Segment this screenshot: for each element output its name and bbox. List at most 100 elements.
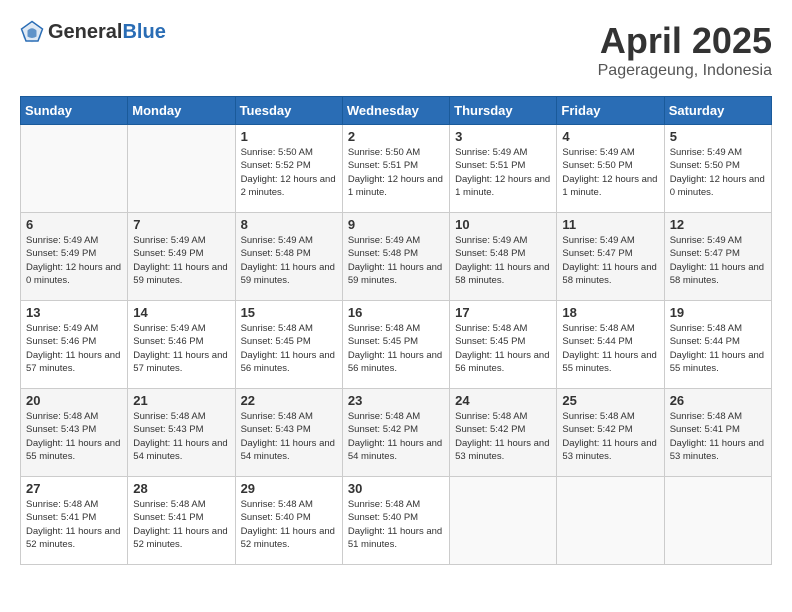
calendar-day-cell: 13 Sunrise: 5:49 AM Sunset: 5:46 PM Dayli…	[21, 301, 128, 389]
weekday-header: Monday	[128, 97, 235, 125]
day-number: 27	[26, 481, 122, 496]
day-info: Sunrise: 5:48 AM Sunset: 5:41 PM Dayligh…	[670, 410, 766, 463]
day-info: Sunrise: 5:48 AM Sunset: 5:43 PM Dayligh…	[133, 410, 229, 463]
day-info: Sunrise: 5:49 AM Sunset: 5:47 PM Dayligh…	[670, 234, 766, 287]
day-info: Sunrise: 5:48 AM Sunset: 5:41 PM Dayligh…	[26, 498, 122, 551]
day-number: 23	[348, 393, 444, 408]
calendar-day-cell: 15 Sunrise: 5:48 AM Sunset: 5:45 PM Dayli…	[235, 301, 342, 389]
calendar-day-cell: 19 Sunrise: 5:48 AM Sunset: 5:44 PM Dayli…	[664, 301, 771, 389]
calendar-day-cell: 24 Sunrise: 5:48 AM Sunset: 5:42 PM Dayli…	[450, 389, 557, 477]
calendar-location: Pagerageung, Indonesia	[598, 62, 772, 80]
day-number: 13	[26, 305, 122, 320]
calendar-day-cell: 7Sunrise: 5:49 AM Sunset: 5:49 PM Daylig…	[128, 213, 235, 301]
logo: GeneralBlue	[20, 20, 166, 44]
day-info: Sunrise: 5:50 AM Sunset: 5:52 PM Dayligh…	[241, 146, 337, 199]
day-number: 26	[670, 393, 766, 408]
weekday-header: Thursday	[450, 97, 557, 125]
day-info: Sunrise: 5:48 AM Sunset: 5:40 PM Dayligh…	[241, 498, 337, 551]
day-number: 14	[133, 305, 229, 320]
day-info: Sunrise: 5:48 AM Sunset: 5:45 PM Dayligh…	[348, 322, 444, 375]
day-number: 16	[348, 305, 444, 320]
day-number: 12	[670, 217, 766, 232]
day-info: Sunrise: 5:49 AM Sunset: 5:49 PM Dayligh…	[26, 234, 122, 287]
day-info: Sunrise: 5:48 AM Sunset: 5:43 PM Dayligh…	[241, 410, 337, 463]
weekday-header: Friday	[557, 97, 664, 125]
day-number: 17	[455, 305, 551, 320]
day-info: Sunrise: 5:49 AM Sunset: 5:46 PM Dayligh…	[133, 322, 229, 375]
logo-icon	[20, 20, 44, 44]
calendar-day-cell: 10 Sunrise: 5:49 AM Sunset: 5:48 PM Dayli…	[450, 213, 557, 301]
day-info: Sunrise: 5:50 AM Sunset: 5:51 PM Dayligh…	[348, 146, 444, 199]
day-info: Sunrise: 5:48 AM Sunset: 5:42 PM Dayligh…	[562, 410, 658, 463]
calendar-title: April 2025	[598, 20, 772, 62]
day-number: 11	[562, 217, 658, 232]
calendar-day-cell: 28Sunrise: 5:48 AM Sunset: 5:41 PM Dayli…	[128, 477, 235, 565]
day-number: 10	[455, 217, 551, 232]
calendar-day-cell	[557, 477, 664, 565]
weekday-header: Wednesday	[342, 97, 449, 125]
calendar-day-cell: 8 Sunrise: 5:49 AM Sunset: 5:48 PM Daylig…	[235, 213, 342, 301]
weekday-header: Tuesday	[235, 97, 342, 125]
calendar-day-cell: 18Sunrise: 5:48 AM Sunset: 5:44 PM Dayli…	[557, 301, 664, 389]
calendar-table: SundayMondayTuesdayWednesdayThursdayFrid…	[20, 96, 772, 565]
day-number: 19	[670, 305, 766, 320]
calendar-week-row: 6Sunrise: 5:49 AM Sunset: 5:49 PM Daylig…	[21, 213, 772, 301]
calendar-week-row: 20 Sunrise: 5:48 AM Sunset: 5:43 PM Dayli…	[21, 389, 772, 477]
day-info: Sunrise: 5:49 AM Sunset: 5:51 PM Dayligh…	[455, 146, 551, 199]
day-info: Sunrise: 5:48 AM Sunset: 5:45 PM Dayligh…	[455, 322, 551, 375]
page-header: GeneralBlue April 2025 Pagerageung, Indo…	[20, 20, 772, 80]
day-info: Sunrise: 5:49 AM Sunset: 5:48 PM Dayligh…	[455, 234, 551, 287]
day-info: Sunrise: 5:49 AM Sunset: 5:50 PM Dayligh…	[562, 146, 658, 199]
calendar-day-cell: 20 Sunrise: 5:48 AM Sunset: 5:43 PM Dayli…	[21, 389, 128, 477]
day-info: Sunrise: 5:48 AM Sunset: 5:44 PM Dayligh…	[670, 322, 766, 375]
calendar-day-cell: 3 Sunrise: 5:49 AM Sunset: 5:51 PM Daylig…	[450, 125, 557, 213]
day-info: Sunrise: 5:48 AM Sunset: 5:40 PM Dayligh…	[348, 498, 444, 551]
day-number: 28	[133, 481, 229, 496]
day-number: 4	[562, 129, 658, 144]
weekday-header-row: SundayMondayTuesdayWednesdayThursdayFrid…	[21, 97, 772, 125]
calendar-week-row: 27 Sunrise: 5:48 AM Sunset: 5:41 PM Dayli…	[21, 477, 772, 565]
day-info: Sunrise: 5:48 AM Sunset: 5:42 PM Dayligh…	[455, 410, 551, 463]
day-info: Sunrise: 5:49 AM Sunset: 5:48 PM Dayligh…	[348, 234, 444, 287]
title-block: April 2025 Pagerageung, Indonesia	[598, 20, 772, 80]
day-number: 25	[562, 393, 658, 408]
day-info: Sunrise: 5:48 AM Sunset: 5:43 PM Dayligh…	[26, 410, 122, 463]
day-number: 3	[455, 129, 551, 144]
calendar-day-cell	[450, 477, 557, 565]
day-number: 2	[348, 129, 444, 144]
calendar-day-cell: 29 Sunrise: 5:48 AM Sunset: 5:40 PM Dayli…	[235, 477, 342, 565]
calendar-day-cell: 30 Sunrise: 5:48 AM Sunset: 5:40 PM Dayli…	[342, 477, 449, 565]
day-info: Sunrise: 5:49 AM Sunset: 5:50 PM Dayligh…	[670, 146, 766, 199]
day-number: 20	[26, 393, 122, 408]
day-info: Sunrise: 5:48 AM Sunset: 5:42 PM Dayligh…	[348, 410, 444, 463]
calendar-day-cell: 6Sunrise: 5:49 AM Sunset: 5:49 PM Daylig…	[21, 213, 128, 301]
calendar-day-cell: 9Sunrise: 5:49 AM Sunset: 5:48 PM Daylig…	[342, 213, 449, 301]
calendar-day-cell: 11 Sunrise: 5:49 AM Sunset: 5:47 PM Dayli…	[557, 213, 664, 301]
calendar-day-cell: 5Sunrise: 5:49 AM Sunset: 5:50 PM Daylig…	[664, 125, 771, 213]
day-number: 24	[455, 393, 551, 408]
day-number: 30	[348, 481, 444, 496]
day-number: 29	[241, 481, 337, 496]
day-info: Sunrise: 5:48 AM Sunset: 5:45 PM Dayligh…	[241, 322, 337, 375]
calendar-day-cell: 2 Sunrise: 5:50 AM Sunset: 5:51 PM Daylig…	[342, 125, 449, 213]
calendar-week-row: 1Sunrise: 5:50 AM Sunset: 5:52 PM Daylig…	[21, 125, 772, 213]
day-info: Sunrise: 5:49 AM Sunset: 5:46 PM Dayligh…	[26, 322, 122, 375]
calendar-day-cell: 26 Sunrise: 5:48 AM Sunset: 5:41 PM Dayli…	[664, 389, 771, 477]
day-info: Sunrise: 5:49 AM Sunset: 5:49 PM Dayligh…	[133, 234, 229, 287]
day-number: 8	[241, 217, 337, 232]
weekday-header: Sunday	[21, 97, 128, 125]
calendar-day-cell: 12 Sunrise: 5:49 AM Sunset: 5:47 PM Dayli…	[664, 213, 771, 301]
calendar-day-cell	[21, 125, 128, 213]
logo-general: General	[48, 21, 122, 43]
logo-blue: Blue	[122, 21, 165, 43]
calendar-day-cell: 4 Sunrise: 5:49 AM Sunset: 5:50 PM Daylig…	[557, 125, 664, 213]
day-number: 15	[241, 305, 337, 320]
calendar-day-cell: 14 Sunrise: 5:49 AM Sunset: 5:46 PM Dayli…	[128, 301, 235, 389]
calendar-day-cell	[128, 125, 235, 213]
day-info: Sunrise: 5:49 AM Sunset: 5:47 PM Dayligh…	[562, 234, 658, 287]
calendar-day-cell: 1Sunrise: 5:50 AM Sunset: 5:52 PM Daylig…	[235, 125, 342, 213]
calendar-day-cell: 21Sunrise: 5:48 AM Sunset: 5:43 PM Dayli…	[128, 389, 235, 477]
calendar-day-cell: 16 Sunrise: 5:48 AM Sunset: 5:45 PM Dayli…	[342, 301, 449, 389]
day-info: Sunrise: 5:48 AM Sunset: 5:44 PM Dayligh…	[562, 322, 658, 375]
day-info: Sunrise: 5:49 AM Sunset: 5:48 PM Dayligh…	[241, 234, 337, 287]
